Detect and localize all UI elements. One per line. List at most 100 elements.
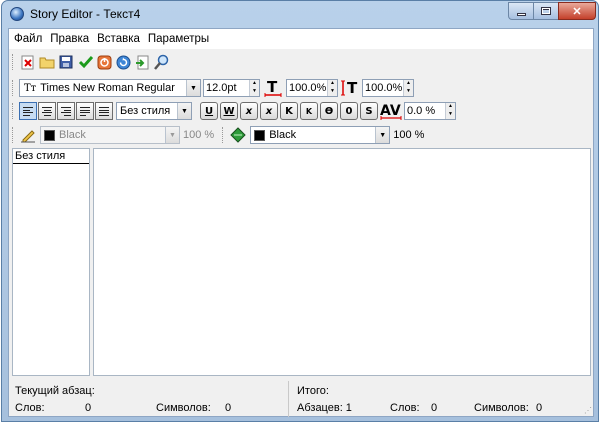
fill-color-select[interactable]: Black ▼ [250,126,391,144]
words-value: 0 [85,402,92,414]
word-underline-button[interactable]: W [220,102,238,120]
refresh-icon[interactable] [114,53,132,71]
menu-options[interactable]: Параметры [147,33,210,45]
font-toolbar: Tт Times New Roman Regular ▼ 12.0pt ▲ ▼ T… [9,77,593,99]
toolbar-grip[interactable] [12,127,15,143]
status-divider [288,381,289,417]
pencil-icon [19,126,37,144]
client-area: Файл Правка Вставка Параметры Tт Times N… [8,28,594,417]
maximize-button[interactable] [533,2,559,20]
open-folder-icon[interactable] [38,53,56,71]
stroke-color-value: Black [59,129,86,141]
status-bar: Текущий абзац: Слов: 0 Символов: 0 Итого… [9,381,593,418]
all-caps-button[interactable]: K [280,102,298,120]
vertical-scale-field[interactable]: 100.0% ▲ ▼ [362,79,414,97]
justify-all-button[interactable] [95,102,113,120]
save-icon[interactable] [57,53,75,71]
chars-value: 0 [225,402,232,414]
horizontal-scale-field[interactable]: 100.0% ▲ ▼ [286,79,338,97]
align-center-button[interactable] [38,102,56,120]
styles-panel-header[interactable]: Без стиля [13,149,89,164]
menu-file[interactable]: Файл [13,33,43,45]
words-label: Слов: [15,402,45,414]
menu-insert[interactable]: Вставка [96,33,141,45]
underline-button[interactable]: U [200,102,218,120]
fill-opacity: 100 % [393,129,425,141]
tracking-spinner[interactable]: ▲ ▼ [445,103,455,119]
chevron-down-icon[interactable]: ▼ [375,127,390,143]
svg-text:T: T [267,79,278,96]
window-title: Story Editor - Текст4 [30,7,141,21]
story-editor-window: Story Editor - Текст4 ✕ Файл Правка Вста… [1,0,599,422]
total-chars-label: Символов: [474,402,529,414]
check-icon[interactable] [76,53,94,71]
text-editor-area[interactable] [93,148,591,376]
font-family-select[interactable]: Tт Times New Roman Regular ▼ [19,79,201,97]
chevron-down-icon[interactable]: ▼ [165,127,179,143]
justify-button[interactable] [76,102,94,120]
font-family-value: Times New Roman Regular [40,82,175,94]
paragraphs-count: Абзацев: 1 [297,402,352,414]
font-size-value: 12.0pt [206,82,237,94]
horizontal-scale-value: 100.0% [289,82,327,94]
close-icon: ✕ [572,5,582,18]
horizontal-scale-spinner[interactable]: ▲ ▼ [327,80,337,96]
stroke-opacity: 100 % [183,129,215,141]
main-toolbar [9,51,593,73]
outline-button[interactable]: 0 [340,102,358,120]
paragraph-style-select[interactable]: Без стиля ▼ [116,102,192,120]
total-label: Итого: [297,385,329,397]
small-caps-button[interactable]: K [300,102,318,120]
chevron-down-icon[interactable]: ▼ [186,80,200,96]
maximize-icon [541,7,551,15]
strikethrough-button[interactable]: Ө [320,102,338,120]
minimize-icon [516,12,526,16]
font-type-icon: Tт [24,82,37,94]
fill-color-value: Black [269,129,297,141]
app-icon [10,7,24,21]
font-size-field[interactable]: 12.0pt ▲ ▼ [203,79,260,97]
tracking-field[interactable]: 0.0 % ▲ ▼ [404,102,456,120]
chars-label: Символов: [156,402,211,414]
stop-icon[interactable] [95,53,113,71]
vertical-scale-spinner[interactable]: ▲ ▼ [403,80,413,96]
paragraph-toolbar: Без стиля ▼ U W x x K K Ө 0 S AV 0.0 % ▲… [9,100,593,122]
color-toolbar: Black ▼ 100 % Black ▼ 100 % [9,124,593,146]
vertical-scale-value: 100.0% [365,82,403,94]
total-chars-value: 0 [536,402,543,414]
toolbar-grip[interactable] [12,80,15,96]
svg-text:T: T [347,79,358,97]
total-words-label: Слов: [390,402,420,414]
menu-edit[interactable]: Правка [49,33,90,45]
close-doc-icon[interactable] [19,53,37,71]
stroke-color-swatch [44,129,55,141]
paragraph-style-value: Без стиля [120,105,171,117]
import-icon[interactable] [133,53,151,71]
vertical-scale-icon: T [340,79,360,97]
align-left-button[interactable] [19,102,37,120]
horizontal-scale-icon: T [263,79,283,97]
align-right-button[interactable] [57,102,75,120]
resize-grip-icon[interactable]: ⋰ [584,406,592,415]
shadow-button[interactable]: S [360,102,378,120]
styles-panel[interactable]: Без стиля [12,148,90,376]
paint-bucket-icon [229,126,247,144]
fill-color-swatch [254,129,266,141]
svg-text:AV: AV [380,103,401,119]
menu-bar: Файл Правка Вставка Параметры [9,29,593,49]
font-size-spinner[interactable]: ▲ ▼ [249,80,259,96]
close-button[interactable]: ✕ [558,2,596,20]
stroke-color-select[interactable]: Black ▼ [40,126,180,144]
total-words-value: 0 [431,402,438,414]
tracking-value: 0.0 % [407,105,436,117]
current-paragraph-label: Текущий абзац: [15,385,95,397]
superscript-button[interactable]: x [260,102,278,120]
toolbar-grip[interactable] [12,103,15,119]
title-bar[interactable]: Story Editor - Текст4 ✕ [2,1,598,28]
find-icon[interactable] [152,53,170,71]
subscript-button[interactable]: x [240,102,258,120]
minimize-button[interactable] [508,2,534,20]
toolbar-grip[interactable] [12,54,15,70]
chevron-down-icon[interactable]: ▼ [177,103,191,119]
toolbar-grip[interactable] [222,127,225,143]
